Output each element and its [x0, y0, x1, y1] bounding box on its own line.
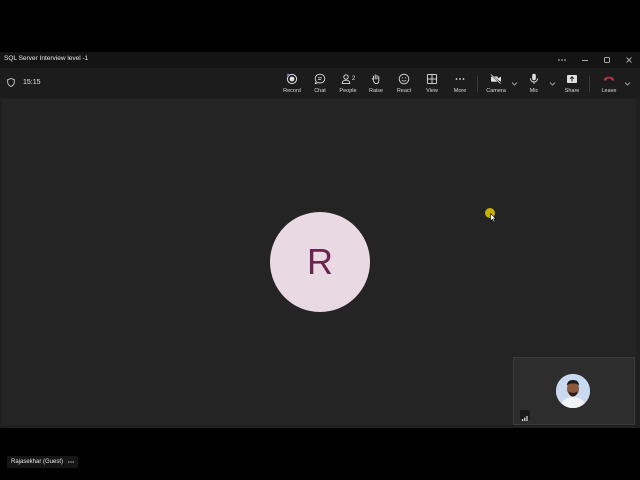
participant-name: Rajasekhar (Guest) — [11, 459, 64, 465]
record-label: Record — [283, 88, 301, 94]
react-button[interactable]: React — [391, 71, 417, 97]
leave-label: Leave — [601, 88, 617, 94]
window-title: SQL Server Interview level -1 — [4, 55, 89, 62]
camera-chevron-down-icon[interactable] — [511, 80, 518, 87]
participant-avatar: R — [270, 212, 370, 312]
toolbar-divider — [477, 76, 478, 92]
shield-icon — [7, 78, 15, 87]
view-label: View — [426, 88, 438, 94]
ellipsis-icon — [455, 78, 465, 80]
mic-button[interactable]: Mic — [521, 71, 547, 97]
leave-button[interactable]: Leave — [596, 71, 622, 97]
title-bar: SQL Server Interview level -1 — [0, 52, 640, 68]
participant-more-icon[interactable] — [68, 461, 74, 463]
people-label: People — [339, 88, 357, 94]
close-button[interactable] — [619, 52, 639, 68]
chat-label: Chat — [314, 88, 326, 94]
mic-chevron-down-icon[interactable] — [549, 80, 556, 87]
share-button[interactable]: Share — [559, 71, 585, 97]
raise-label: Raise — [368, 88, 384, 94]
raise-hand-button[interactable]: Raise — [363, 71, 389, 97]
restore-button[interactable] — [597, 52, 617, 68]
chat-icon — [314, 73, 326, 85]
toolbar-divider-2 — [589, 76, 590, 92]
camera-label: Camera — [486, 88, 506, 94]
hang-up-icon — [604, 76, 614, 81]
meeting-window: SQL Server Interview level -1 15:15 Reco… — [0, 52, 640, 468]
people-button[interactable]: 2 People — [335, 71, 361, 97]
hand-icon — [371, 74, 380, 85]
share-label: Share — [564, 88, 580, 94]
more-label: More — [453, 88, 467, 94]
more-options-icon[interactable] — [552, 52, 572, 68]
more-actions-button[interactable]: More — [447, 71, 473, 97]
pointer-icon — [490, 213, 497, 223]
people-count: 2 — [351, 76, 356, 82]
camera-button[interactable]: Camera — [483, 71, 509, 97]
react-label: React — [396, 88, 412, 94]
self-view-tile[interactable] — [513, 357, 635, 425]
avatar-initial: R — [307, 241, 333, 282]
signal-strength-icon[interactable] — [520, 410, 530, 421]
view-button[interactable]: View — [419, 71, 445, 97]
record-icon — [286, 73, 298, 85]
meeting-timer: 15:15 — [23, 79, 41, 86]
camera-off-icon — [490, 74, 502, 85]
leave-chevron-down-icon[interactable] — [624, 80, 631, 87]
smiley-icon — [398, 73, 410, 85]
mic-label: Mic — [529, 88, 539, 94]
meeting-toolbar: 15:15 Record Chat 2 People Raise React V… — [0, 68, 640, 98]
mic-icon — [529, 73, 539, 84]
meeting-stage: R Rajasekhar (Guest) — [2, 99, 636, 468]
minimize-button[interactable] — [575, 52, 595, 68]
record-button[interactable]: Record — [279, 71, 305, 97]
participant-name-tag[interactable]: Rajasekhar (Guest) — [7, 456, 79, 468]
share-icon — [567, 75, 577, 83]
grid-view-icon — [426, 73, 438, 85]
chat-button[interactable]: Chat — [307, 71, 333, 97]
self-avatar — [556, 374, 590, 408]
